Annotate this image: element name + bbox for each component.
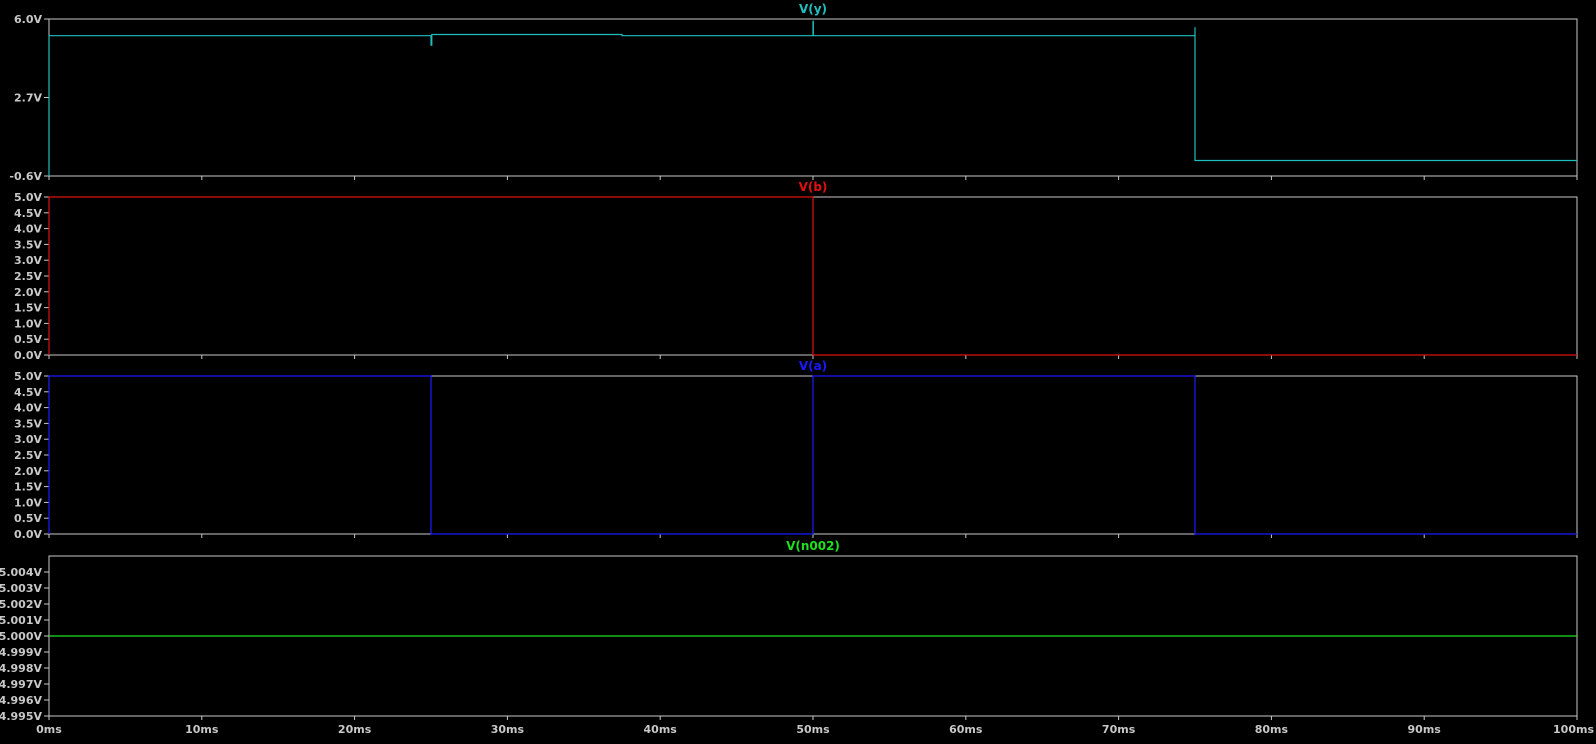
x-tick-label: 50ms — [796, 723, 830, 736]
y-tick-label: 0.0V — [14, 528, 42, 541]
pane-3: V(n002) 5.004V 5.003V 5.002V 5.001V 5.000V 4.9… — [0, 539, 1578, 723]
x-tick-label: 70ms — [1102, 723, 1136, 736]
y-tick-label: 0.0V — [14, 349, 42, 362]
pane-1: V(b) 5.0V 4.5V 4.0V 3.5V 3.0V 2.5V 2.0V 1.5V 1.0V… — [14, 180, 1578, 362]
y-tick-label: 0.5V — [14, 333, 42, 346]
y-tick-label: 2.0V — [14, 286, 42, 299]
y-tick-label: 3.0V — [14, 254, 42, 267]
y-tick-label: 2.5V — [14, 449, 42, 462]
y-tick-label: 5.0V — [14, 191, 42, 204]
y-tick-label: -0.6V — [9, 170, 42, 183]
x-tick-label: 0ms — [36, 723, 62, 736]
y-tick-label: 2.5V — [14, 270, 42, 283]
waveform-plot: V(y) 6.0V 2.7V -0.6V V(b) 5.0V 4.5V 4.0V 3.5V 3.0… — [0, 2, 1594, 736]
y-tick-label: 1.0V — [14, 496, 42, 509]
pane-title: V(n002) — [786, 539, 840, 553]
y-tick-label: 4.995V — [0, 710, 42, 723]
y-tick-label: 4.0V — [14, 402, 42, 415]
x-tick-label: 100ms — [1553, 723, 1594, 736]
y-tick-label: 1.0V — [14, 317, 42, 330]
x-tick-label: 10ms — [185, 723, 219, 736]
y-tick-label: 3.5V — [14, 238, 42, 251]
y-tick-label: 3.0V — [14, 433, 42, 446]
y-tick-label: 4.996V — [0, 694, 42, 707]
pane-0: V(y) 6.0V 2.7V -0.6V — [9, 2, 1578, 183]
y-tick-label: 4.0V — [14, 223, 42, 236]
y-tick-label: 4.997V — [0, 678, 42, 691]
y-tick-label: 5.002V — [0, 598, 42, 611]
y-tick-label: 3.5V — [14, 417, 42, 430]
pane-title: V(y) — [799, 2, 827, 16]
pane-title: V(b) — [799, 180, 828, 194]
y-tick-label: 1.5V — [14, 302, 42, 315]
y-tick-label: 6.0V — [14, 13, 42, 26]
x-tick-label: 30ms — [491, 723, 525, 736]
x-tick-label: 90ms — [1408, 723, 1442, 736]
x-tick-label: 60ms — [949, 723, 983, 736]
pane-2: V(a) 5.0V 4.5V 4.0V 3.5V 3.0V 2.5V 2.0V 1.5V 1.0V… — [14, 359, 1578, 541]
y-tick-label: 4.998V — [0, 662, 42, 675]
y-tick-label: 4.5V — [14, 386, 42, 399]
y-tick-label: 1.5V — [14, 481, 42, 494]
y-tick-label: 5.001V — [0, 614, 42, 627]
pane-frame — [48, 18, 1578, 177]
y-tick-label: 0.5V — [14, 512, 42, 525]
x-tick-label: 20ms — [338, 723, 372, 736]
y-tick-label: 5.000V — [0, 630, 42, 643]
y-tick-label: 5.003V — [0, 582, 42, 595]
y-tick-label: 2.0V — [14, 465, 42, 478]
pane-title: V(a) — [799, 359, 827, 373]
y-tick-label: 4.5V — [14, 207, 42, 220]
y-tick-label: 5.0V — [14, 370, 42, 383]
y-tick-label: 4.999V — [0, 646, 42, 659]
y-tick-label: 5.004V — [0, 566, 42, 579]
y-tick-label: 2.7V — [14, 92, 42, 105]
x-tick-label: 80ms — [1255, 723, 1289, 736]
x-tick-label: 40ms — [644, 723, 678, 736]
